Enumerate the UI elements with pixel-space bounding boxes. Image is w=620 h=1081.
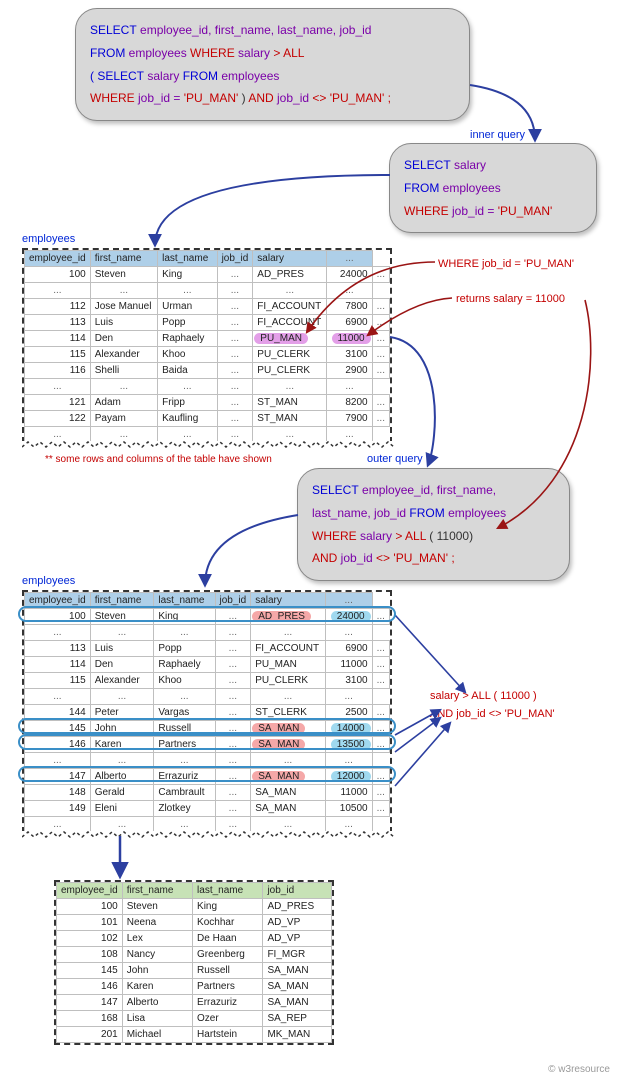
table1-caption: employees [22, 233, 75, 245]
table-row: 102LexDe HaanAD_VP [57, 931, 332, 947]
col-header: employee_id [25, 593, 91, 609]
table1: employee_idfirst_namelast_namejob_idsala… [22, 248, 392, 443]
table-row: 116ShelliBaida...PU_CLERK2900... [25, 363, 390, 379]
col-header: last_name [193, 883, 263, 899]
col-header: last_name [158, 251, 217, 267]
table-row: 147AlbertoErrazuriz...SA_MAN12000... [25, 769, 390, 785]
inner-query-card: SELECT salary FROM employees WHERE job_i… [389, 143, 597, 233]
table-row: 146KarenPartners...SA_MAN13500... [25, 737, 390, 753]
table-row: 145JohnRussellSA_MAN [57, 963, 332, 979]
col-header: employee_id [57, 883, 123, 899]
table-row: 122PayamKaufling...ST_MAN7900... [25, 411, 390, 427]
annot-returns: returns salary = 11000 [456, 293, 565, 305]
table-row: 108NancyGreenbergFI_MGR [57, 947, 332, 963]
table-row: 100StevenKing...AD_PRES24000... [25, 609, 390, 625]
table-row: 100StevenKingAD_PRES [57, 899, 332, 915]
table-row: 112Jose ManuelUrman...FI_ACCOUNT7800... [25, 299, 390, 315]
table2-caption: employees [22, 575, 75, 587]
col-header: job_id [217, 251, 253, 267]
col-header: salary [251, 593, 326, 609]
table-row: 113LuisPopp...FI_ACCOUNT6900... [25, 641, 390, 657]
table-row: 144PeterVargas...ST_CLERK2500... [25, 705, 390, 721]
col-header: last_name [154, 593, 215, 609]
table-row: 148GeraldCambrault...SA_MAN11000... [25, 785, 390, 801]
table-row: 121AdamFripp...ST_MAN8200... [25, 395, 390, 411]
table-row: 147AlbertoErrazurizSA_MAN [57, 995, 332, 1011]
table3: employee_idfirst_namelast_namejob_id100S… [54, 880, 334, 1045]
col-header: salary [253, 251, 327, 267]
outer-query-label: outer query [367, 453, 423, 465]
col-header: job_id [263, 883, 332, 899]
col-header: first_name [90, 593, 154, 609]
table-row: 168LisaOzerSA_REP [57, 1011, 332, 1027]
col-header: first_name [90, 251, 157, 267]
annot-where: WHERE job_id = 'PU_MAN' [438, 258, 574, 270]
table-row: 114DenRaphaely...PU_MAN11000... [25, 331, 390, 347]
main-query-card: SELECT employee_id, first_name, last_nam… [75, 8, 470, 121]
footer: © w3resource [548, 1064, 610, 1075]
outer-query-card: SELECT employee_id, first_name, last_nam… [297, 468, 570, 581]
table2: employee_idfirst_namelast_namejob_idsala… [22, 590, 392, 833]
col-header: employee_id [25, 251, 91, 267]
table-row: 113LuisPopp...FI_ACCOUNT6900... [25, 315, 390, 331]
col-header: job_id [215, 593, 251, 609]
table-row: 100StevenKing...AD_PRES24000... [25, 267, 390, 283]
table-row: 115AlexanderKhoo...PU_CLERK3100... [25, 347, 390, 363]
table-row: 114DenRaphaely...PU_MAN11000... [25, 657, 390, 673]
inner-query-label: inner query [470, 129, 525, 141]
table-row: 101NeenaKochharAD_VP [57, 915, 332, 931]
table-row: 145JohnRussell...SA_MAN14000... [25, 721, 390, 737]
cond-annot: salary > ALL ( 11000 )AND job_id <> 'PU_… [430, 688, 555, 723]
table-row: 146KarenPartnersSA_MAN [57, 979, 332, 995]
table-row: 115AlexanderKhoo...PU_CLERK3100... [25, 673, 390, 689]
note-rows: ** some rows and columns of the table ha… [45, 454, 272, 465]
table-row: 201MichaelHartsteinMK_MAN [57, 1027, 332, 1043]
table-row: 149EleniZlotkey...SA_MAN10500... [25, 801, 390, 817]
col-header: first_name [122, 883, 192, 899]
